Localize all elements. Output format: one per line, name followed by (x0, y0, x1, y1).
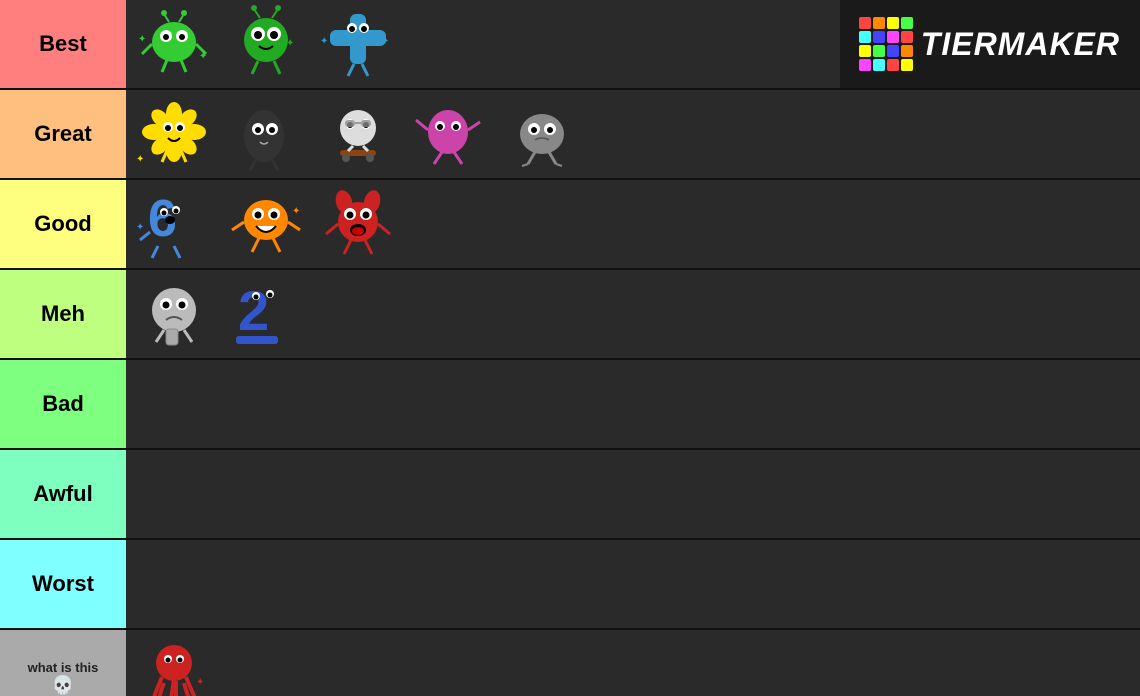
logo-cell (873, 45, 885, 57)
char-blue1: ✦ ✦ (318, 4, 398, 84)
tier-label-good: Good (0, 180, 126, 268)
tier-content-awful (126, 450, 1140, 538)
tier-content-meh: 2 (126, 270, 1140, 358)
logo-grid (859, 17, 913, 71)
tier-row-meh: Meh (0, 270, 1140, 360)
tier-item[interactable]: ✦ (222, 184, 310, 264)
logo-cell (887, 31, 899, 43)
logo-cell (901, 45, 913, 57)
tier-row-awful: Awful (0, 450, 1140, 540)
logo-cell (859, 31, 871, 43)
char-red (318, 184, 398, 264)
tier-label-awful: Awful (0, 450, 126, 538)
logo-cell (873, 59, 885, 71)
char-green1: ✦ ✦ (134, 4, 214, 84)
char-black (226, 94, 306, 174)
tier-content-worst (126, 540, 1140, 628)
tier-content-bad (126, 360, 1140, 448)
tier-item[interactable]: 6 ✦ (130, 184, 218, 264)
tier-row-great: Great (0, 90, 1140, 180)
tier-item[interactable] (314, 94, 402, 174)
logo-cell (887, 45, 899, 57)
tier-label-best: Best (0, 0, 126, 88)
logo-cell (859, 59, 871, 71)
tier-item[interactable]: ✦ (222, 4, 310, 84)
svg-text:✦: ✦ (136, 222, 144, 233)
char-orange: ✦ (226, 184, 306, 264)
char-blue2: 6 ✦ (134, 184, 214, 264)
tier-item[interactable] (314, 184, 402, 264)
tier-content-what: ✦ (126, 630, 1140, 696)
char-yellow: ✦ (134, 94, 214, 174)
svg-text:✦: ✦ (292, 206, 300, 217)
char-blue3: 2 (226, 274, 306, 354)
logo-cell (859, 17, 871, 29)
logo-cell (887, 17, 899, 29)
tier-item[interactable] (222, 94, 310, 174)
svg-text:✦: ✦ (196, 677, 204, 688)
header: TiERMAKER (840, 0, 1140, 88)
logo-cell (873, 17, 885, 29)
char-white (318, 94, 398, 174)
svg-text:✦: ✦ (320, 36, 328, 47)
logo-cell (873, 31, 885, 43)
tiermaker-logo: TiERMAKER (859, 17, 1120, 71)
char-red-small: ✦ (134, 638, 214, 696)
tier-item[interactable] (406, 94, 494, 174)
tier-row-good: Good 6 (0, 180, 1140, 270)
tier-row-bad: Bad (0, 360, 1140, 450)
tier-label-bad: Bad (0, 360, 126, 448)
tier-label-what: what is this 💀 (0, 630, 126, 696)
tier-row-what: what is this 💀 (0, 630, 1140, 696)
tier-content-good: 6 ✦ (126, 180, 1140, 268)
tier-list: Best (0, 0, 1140, 696)
char-pink (410, 94, 490, 174)
tier-label-meh: Meh (0, 270, 126, 358)
svg-text:✦: ✦ (136, 154, 144, 165)
logo-cell (859, 45, 871, 57)
svg-text:2: 2 (238, 279, 269, 342)
tier-item[interactable] (130, 274, 218, 354)
char-gray (502, 94, 582, 174)
svg-text:✦: ✦ (286, 38, 294, 49)
logo-cell (901, 59, 913, 71)
char-silver (134, 274, 214, 354)
char-green2: ✦ (226, 4, 306, 84)
tier-item[interactable]: ✦ (130, 638, 218, 696)
tier-label-worst: Worst (0, 540, 126, 628)
logo-cell (887, 59, 899, 71)
svg-text:✦: ✦ (381, 36, 389, 47)
what-extra: what is this 💀 (28, 660, 99, 696)
tier-item[interactable]: ✦ ✦ (130, 4, 218, 84)
tier-item[interactable]: 2 (222, 274, 310, 354)
svg-text:✦: ✦ (199, 51, 207, 62)
tier-item[interactable]: ✦ (130, 94, 218, 174)
tier-content-great: ✦ (126, 90, 1140, 178)
logo-cell (901, 31, 913, 43)
logo-cell (901, 17, 913, 29)
svg-text:✦: ✦ (138, 34, 146, 45)
tier-label-great: Great (0, 90, 126, 178)
tier-row-worst: Worst (0, 540, 1140, 630)
tier-item[interactable] (498, 94, 586, 174)
tier-item[interactable]: ✦ ✦ (314, 4, 402, 84)
tiermaker-logo-text: TiERMAKER (921, 26, 1120, 63)
